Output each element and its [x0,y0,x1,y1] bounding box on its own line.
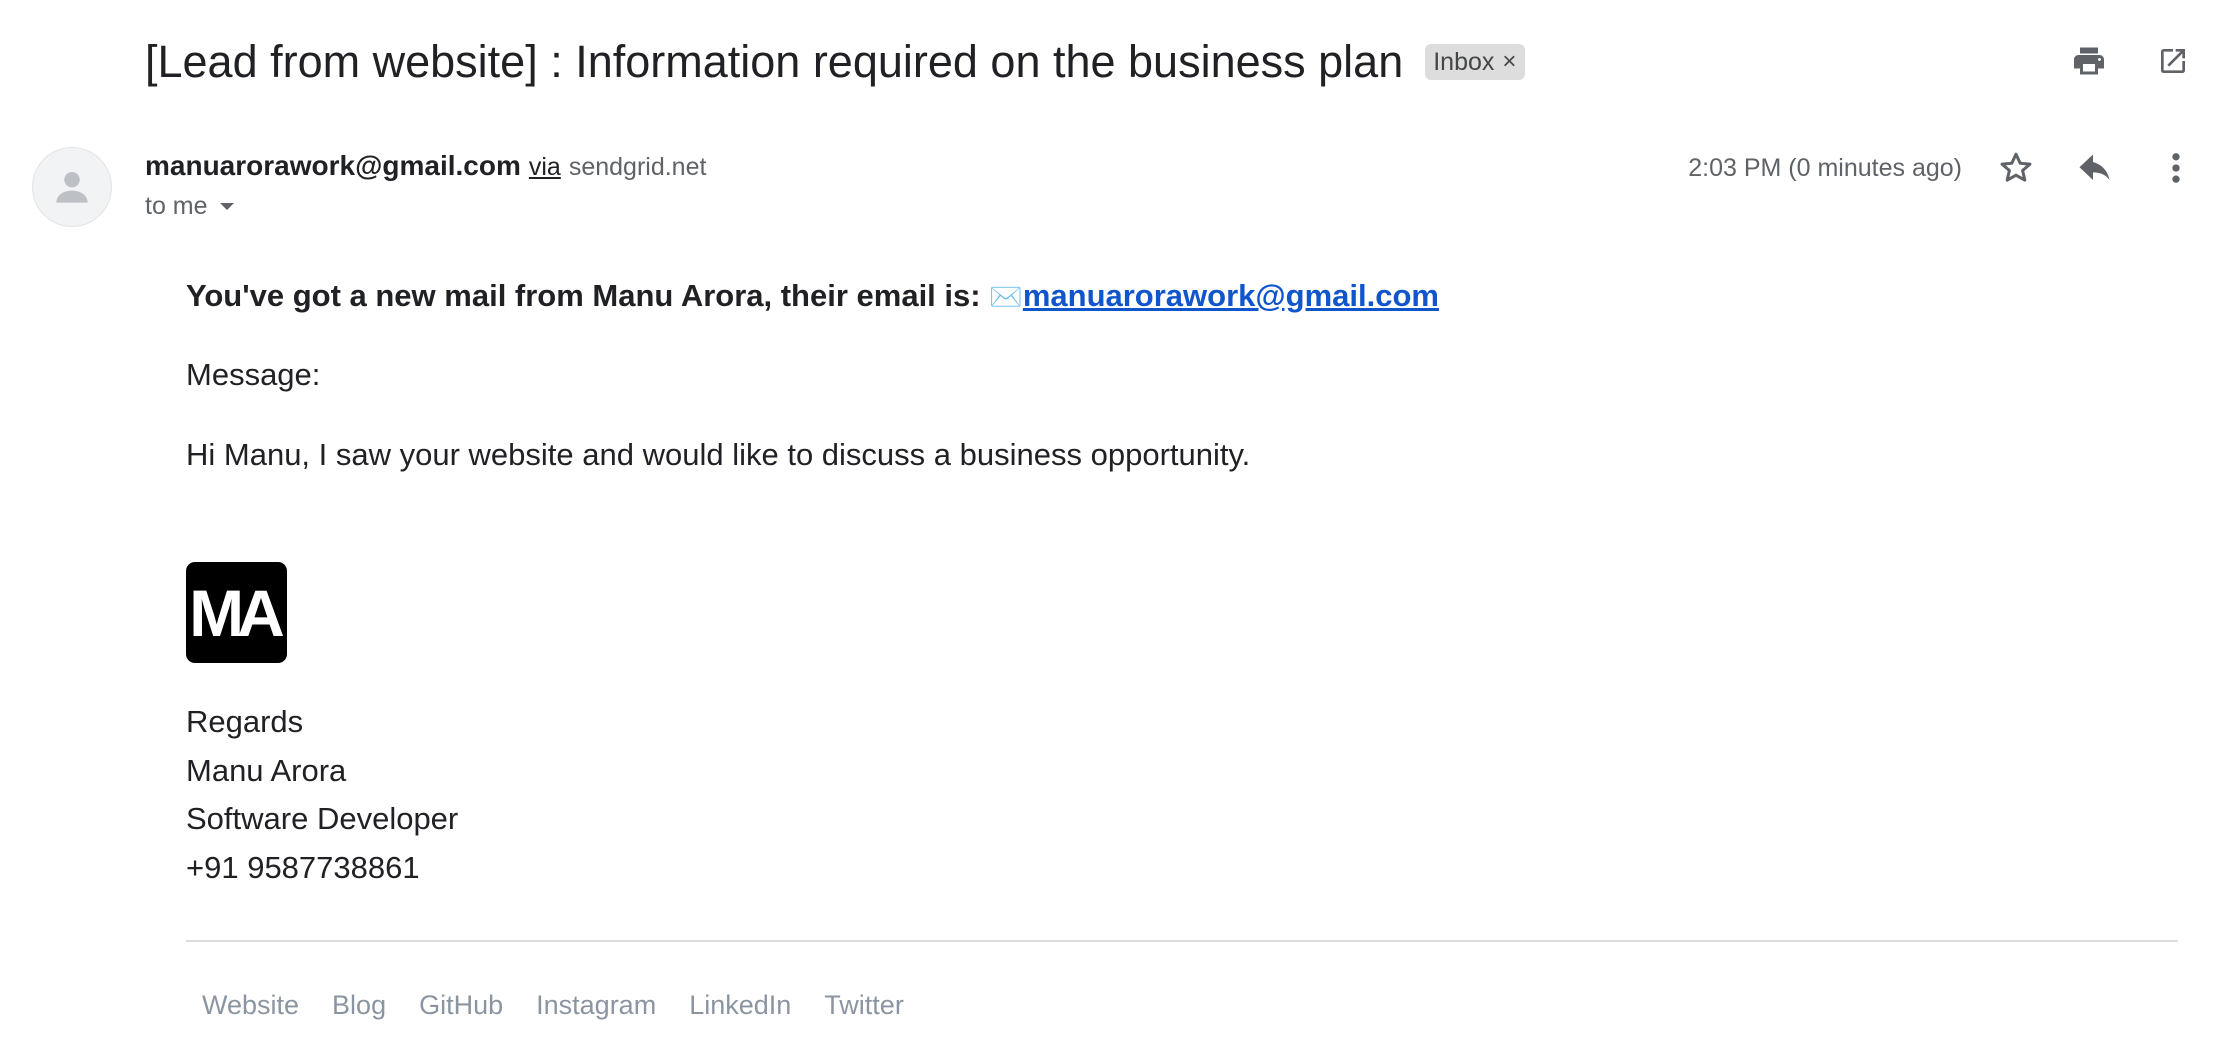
signature-name: Manu Arora [186,752,347,788]
reply-icon[interactable] [2076,148,2116,188]
star-icon[interactable] [1996,148,2036,188]
email-view: [Lead from website] : Information requir… [0,0,2236,1060]
intro-text: You've got a new mail from Manu Arora, t… [186,278,990,313]
open-in-new-window-icon[interactable] [2154,42,2192,80]
intro-line: You've got a new mail from Manu Arora, t… [186,270,2186,323]
signature-title: Software Developer [186,801,459,836]
sender-avatar[interactable] [32,147,112,227]
footer-link-github[interactable]: GitHub [419,990,503,1021]
footer-link-linkedin[interactable]: LinkedIn [689,990,791,1021]
contact-email-link[interactable]: manuarorawork@gmail.com [1023,278,1439,313]
signature-logo: MA [186,562,287,663]
sender-email[interactable]: manuarorawork@gmail.com [145,150,521,182]
footer-link-blog[interactable]: Blog [332,990,386,1021]
signature-phone: +91 9587738861 [186,849,420,885]
timestamp: 2:03 PM (0 minutes ago) [1688,153,1962,182]
footer-link-website[interactable]: Website [202,990,299,1021]
recipient-text: to me [145,192,208,220]
top-actions [2070,42,2192,80]
footer-divider [186,940,2178,942]
via-link[interactable]: via [529,153,561,182]
caret-down-icon [219,202,234,210]
subject-row: [Lead from website] : Information requir… [145,28,1526,96]
via-domain: sendgrid.net [568,153,707,181]
signature-line: Regards [186,704,304,739]
message-body: You've got a new mail from Manu Arora, t… [186,270,2186,885]
signature: Regards Manu Arora Software Developer +9… [186,698,458,892]
label-name: Inbox [1433,47,1495,76]
message-label: Message: [186,357,321,392]
envelope-icon: ✉️ [989,282,1023,312]
message-actions: 2:03 PM (0 minutes ago) [1688,148,2196,188]
remove-label-icon[interactable]: × [1502,50,1516,74]
footer-link-instagram[interactable]: Instagram [536,990,656,1021]
recipient-details-toggle[interactable]: to me [145,192,236,221]
print-icon[interactable] [2070,42,2108,80]
inbox-label-chip[interactable]: Inbox × [1425,44,1526,80]
logo-text: MA [189,575,285,650]
sender-line: manuarorawork@gmail.com via sendgrid.net [145,150,706,182]
footer-link-twitter[interactable]: Twitter [824,990,904,1021]
more-vertical-icon[interactable] [2156,148,2196,188]
footer-links: Website Blog GitHub Instagram LinkedIn T… [202,990,904,1021]
message-text: Hi Manu, I saw your website and would li… [186,437,1251,472]
default-avatar-icon [56,171,88,203]
email-subject: [Lead from website] : Information requir… [145,36,1404,87]
